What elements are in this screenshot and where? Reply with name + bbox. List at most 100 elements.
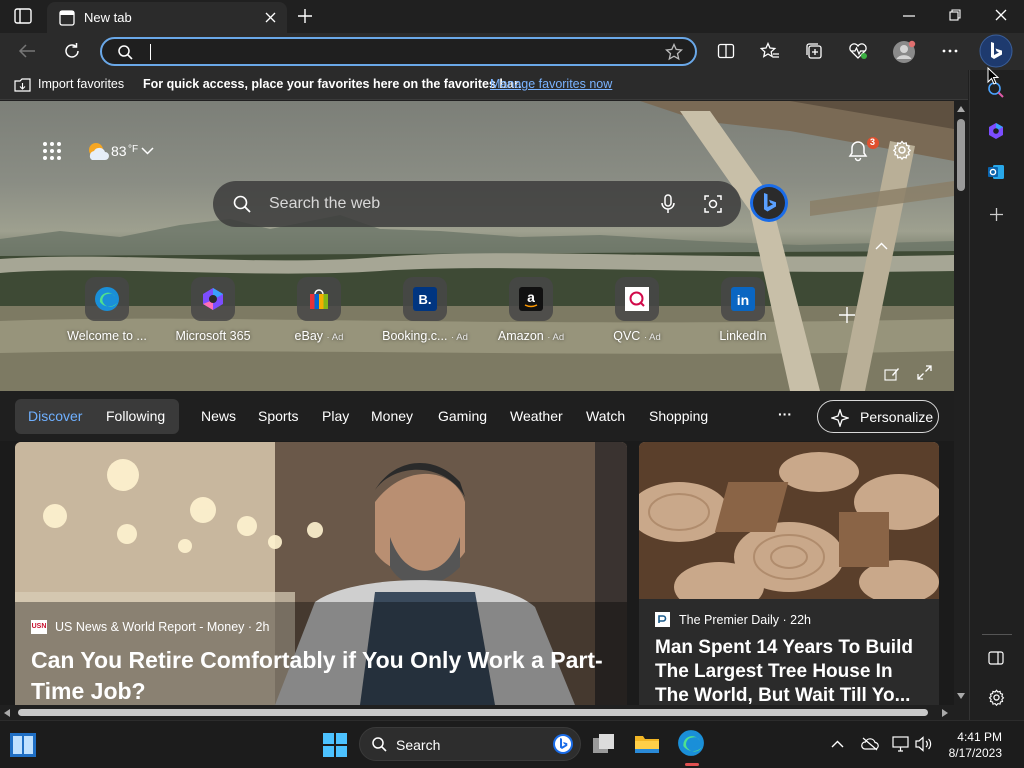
tab-news[interactable]: News — [201, 408, 236, 424]
card-headline-line-1[interactable]: Can You Retire Comfortably if You Only W… — [31, 647, 603, 674]
card-headline-line-2[interactable]: The Largest Tree House In — [655, 661, 893, 683]
svg-text:B.: B. — [419, 292, 432, 307]
quick-link-booking[interactable]: B. Booking.c... · Ad — [375, 277, 475, 343]
network-icon[interactable] — [892, 736, 910, 752]
volume-icon[interactable] — [915, 736, 933, 752]
close-tab-icon[interactable] — [265, 12, 276, 23]
scroll-left-arrow-icon[interactable] — [4, 709, 10, 717]
address-input[interactable] — [146, 42, 646, 62]
restore-button[interactable] — [949, 9, 961, 21]
bing-chat-button[interactable] — [749, 183, 789, 223]
scrollbar-thumb[interactable] — [957, 119, 965, 191]
tab-discover[interactable]: Discover — [28, 408, 82, 424]
visual-search-icon[interactable] — [704, 195, 722, 213]
quick-link-welcome[interactable]: Welcome to ... — [57, 277, 157, 343]
browser-essentials-icon[interactable] — [848, 42, 868, 60]
sidebar-settings-gear-icon[interactable] — [988, 689, 1005, 706]
scroll-up-arrow-icon[interactable] — [957, 106, 965, 112]
import-favorites-icon — [14, 77, 31, 92]
personalize-label: Personalize — [860, 409, 934, 425]
refresh-button[interactable] — [63, 42, 81, 60]
manage-favorites-link[interactable]: Manage favorites now — [490, 77, 612, 91]
sidebar-divider — [982, 634, 1012, 635]
quick-link-ebay[interactable]: eBay · Ad — [269, 277, 369, 343]
active-app-indicator — [685, 763, 699, 766]
task-view-icon[interactable] — [10, 733, 36, 757]
weather-widget[interactable]: 83 °F — [86, 139, 158, 163]
personalize-button[interactable]: Personalize — [817, 400, 939, 433]
page-settings-gear-icon[interactable] — [892, 140, 912, 160]
search-placeholder: Search the web — [269, 195, 381, 212]
more-options-icon[interactable] — [942, 49, 958, 53]
back-button[interactable] — [18, 43, 36, 59]
tab-money[interactable]: Money — [371, 408, 413, 424]
clock-date[interactable]: 8/17/2023 — [949, 746, 1002, 760]
quick-link-microsoft-365[interactable]: Microsoft 365 — [163, 277, 263, 343]
windows-start-button[interactable] — [323, 733, 347, 757]
notifications-button[interactable]: 3 — [846, 137, 880, 163]
address-bar[interactable] — [100, 37, 697, 66]
tab-sports[interactable]: Sports — [258, 408, 298, 424]
tab-actions-icon[interactable] — [14, 8, 32, 24]
hide-sidebar-icon[interactable] — [988, 650, 1004, 666]
favorite-star-icon[interactable] — [665, 43, 683, 61]
search-icon — [233, 195, 251, 213]
close-window-button[interactable] — [995, 9, 1007, 21]
news-card-tree-house[interactable]: The Premier Daily · 22h Man Spent 14 Yea… — [639, 442, 939, 705]
sidebar-add-icon[interactable] — [990, 208, 1003, 221]
sidebar-microsoft-365-icon[interactable] — [987, 122, 1005, 140]
clock-time[interactable]: 4:41 PM — [957, 730, 1002, 744]
task-view-windows-icon[interactable] — [592, 733, 616, 755]
horizontal-scrollbar[interactable] — [0, 705, 968, 720]
more-tabs-button[interactable]: ··· — [778, 406, 792, 422]
card-headline-line-2[interactable]: Time Job? — [31, 678, 146, 705]
hero-background: 83 °F 3 Search the web Welcome to ... Mi… — [0, 101, 954, 391]
add-shortcut-button[interactable] — [838, 306, 856, 324]
edge-taskbar-icon[interactable] — [677, 729, 707, 767]
import-favorites-button[interactable]: Import favorites — [38, 77, 124, 91]
tab-gaming[interactable]: Gaming — [438, 408, 487, 424]
show-hidden-icons-chevron-icon[interactable] — [831, 740, 844, 748]
tab-watch[interactable]: Watch — [586, 408, 625, 424]
card-headline-line-1[interactable]: Man Spent 14 Years To Build — [655, 637, 913, 659]
edit-background-icon[interactable] — [884, 366, 900, 382]
favorites-icon[interactable] — [760, 42, 780, 60]
expand-icon[interactable] — [917, 365, 932, 380]
web-search-box[interactable]: Search the web — [213, 181, 741, 227]
horizontal-scrollbar-thumb[interactable] — [18, 709, 928, 716]
minimize-button[interactable] — [903, 15, 915, 17]
sidebar-outlook-icon[interactable] — [987, 163, 1005, 181]
quick-link-linkedin[interactable]: in LinkedIn — [693, 277, 793, 343]
search-icon — [372, 737, 387, 752]
microphone-icon[interactable] — [661, 194, 675, 214]
quick-link-label: QVC — [613, 329, 641, 343]
tab-play[interactable]: Play — [322, 408, 349, 424]
quick-link-label: eBay — [294, 329, 324, 343]
quick-link-amazon[interactable]: a Amazon · Ad — [481, 277, 581, 343]
collections-icon[interactable] — [805, 42, 823, 60]
apps-launcher-icon[interactable] — [42, 141, 62, 161]
tab-following[interactable]: Following — [106, 408, 165, 424]
news-card-retire[interactable]: USN US News & World Report - Money · 2h … — [15, 442, 627, 705]
scroll-down-arrow-icon[interactable] — [957, 693, 965, 699]
windows-taskbar: Search 4:41 PM 8/17/2023 — [0, 720, 1024, 768]
cloud-sync-off-icon[interactable] — [861, 737, 879, 751]
quick-link-qvc[interactable]: QVC · Ad — [587, 277, 687, 343]
profile-avatar[interactable] — [892, 40, 916, 64]
split-screen-icon[interactable] — [717, 42, 735, 60]
source-logo-usn: USN — [31, 620, 47, 634]
copilot-sidebar-button[interactable] — [979, 34, 1013, 68]
new-tab-icon — [59, 10, 75, 26]
vertical-scrollbar[interactable] — [954, 101, 968, 705]
quick-link-label: Welcome to ... — [67, 329, 147, 343]
tab-new-tab[interactable]: New tab — [47, 2, 287, 33]
collapse-chevron-up-icon[interactable] — [875, 242, 888, 250]
new-tab-button[interactable] — [297, 8, 313, 24]
tab-weather[interactable]: Weather — [510, 408, 563, 424]
scroll-right-arrow-icon[interactable] — [942, 709, 948, 717]
tab-shopping[interactable]: Shopping — [649, 408, 708, 424]
file-explorer-icon[interactable] — [634, 733, 660, 755]
taskbar-search-box[interactable]: Search — [359, 727, 581, 761]
title-bar: New tab — [0, 0, 1024, 33]
card-headline-line-3[interactable]: The World, But Wait Till Yo... — [655, 685, 910, 705]
